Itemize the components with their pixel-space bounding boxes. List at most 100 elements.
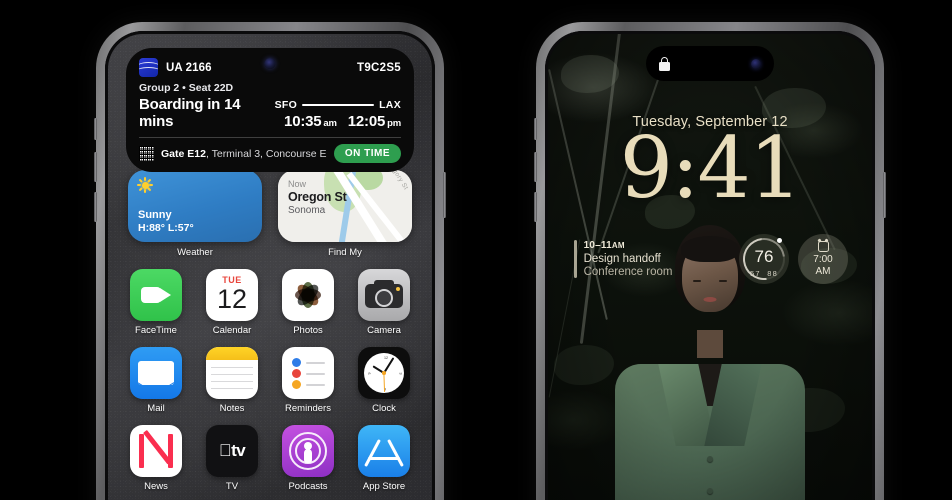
calendar-icon[interactable]: TUE 12 [206,269,258,321]
app-podcasts[interactable]: Podcasts [274,425,342,492]
gate-info: Gate E12, Terminal 3, Concourse E [161,147,327,160]
front-camera-icon [264,58,276,69]
action-button[interactable] [534,118,537,140]
flight-route: SFO LAX [275,99,401,111]
app-notes[interactable]: Notes [198,347,266,414]
camera-icon[interactable] [358,269,410,321]
live-activity-body: Group 2 • Seat 22D Boarding in 14 mins S… [139,82,401,130]
app-tv[interactable]: tv TV [198,425,266,492]
front-camera-icon [751,58,761,69]
iphone-home-device: UA 2166 T9C2S5 Group 2 • Seat 22D Boardi… [94,22,446,500]
volume-down-button[interactable] [534,192,537,222]
app-label: Camera [367,325,401,336]
app-label: Podcasts [288,481,328,492]
app-label: Notes [219,403,245,414]
weather-high-low: H:88° L:57° [138,222,194,234]
weather-circle-widget[interactable]: 76 57 88 [734,229,794,289]
confirmation-code: T9C2S5 [357,61,401,74]
boarding-status: Boarding in 14 mins [139,96,241,130]
findmy-city: Sonoma [288,205,326,216]
live-activity-footer: Gate E12, Terminal 3, Concourse E ON TIM… [139,144,401,163]
origin-airport: SFO [274,99,298,111]
app-news[interactable]: News [122,425,190,492]
calendar-day-number: 12 [216,284,248,314]
calendar-event-widget[interactable]: 10–11AM Design handoff Conference room [574,240,730,278]
route-line [302,103,375,107]
app-calendar[interactable]: TUE 12 Calendar [198,269,266,336]
photos-icon[interactable] [282,269,334,321]
arrive-time: 12:05 pm [347,113,401,130]
app-grid: FaceTime TUE 12 Calendar Photos Camera M… [122,269,418,500]
depart-time: 10:35 am [284,113,337,130]
lock-widget-row: 10–11AM Design handoff Conference room 7… [574,229,848,289]
findmy-widget-label: Find My [328,247,362,258]
clock-icon[interactable]: 12 3 6 9 [358,347,410,399]
app-label: Clock [372,403,396,414]
flight-number: UA 2166 [166,61,212,74]
event-location: Conference room [583,265,673,278]
findmy-street: Oregon St [288,190,347,204]
iphone-lock-bezel: Tuesday, September 12 9:41 10–11AM Desig… [545,31,875,500]
volume-up-button[interactable] [534,152,537,182]
iphone-home-bezel: UA 2166 T9C2S5 Group 2 • Seat 22D Boardi… [105,31,435,500]
weather-widget-column: Sunny H:88° L:57° Weather [128,170,262,258]
current-temperature: 76 [754,247,774,266]
alarm-time: 7:00 [813,254,833,265]
findmy-timestamp: Now [288,179,307,189]
reminders-icon[interactable] [282,347,334,399]
mail-icon[interactable] [130,347,182,399]
weather-condition: Sunny [138,209,172,221]
app-label: FaceTime [135,325,177,336]
facetime-icon[interactable] [130,269,182,321]
app-label: Calendar [212,325,252,336]
united-airlines-logo-icon [139,58,158,77]
qr-code-icon[interactable] [139,146,154,161]
news-icon[interactable] [130,425,182,477]
status-badge: ON TIME [333,144,401,163]
find-my-widget[interactable]: Gregory St Now Oregon St Sonoma [278,170,412,242]
app-clock[interactable]: 12 3 6 9 Clock [350,347,418,414]
apple-tv-icon[interactable]: tv [206,425,258,477]
action-button[interactable] [94,118,97,140]
app-label: Mail [147,403,165,414]
temperature-marker-dot [777,238,782,243]
dynamic-island[interactable] [646,46,774,81]
app-row-2: Mail Notes Reminders 12 3 6 9 Clock [122,347,418,414]
home-widget-row: Sunny H:88° L:57° Weather Gregory St Now… [128,170,412,258]
podcasts-icon[interactable] [282,425,334,477]
home-screen[interactable]: UA 2166 T9C2S5 Group 2 • Seat 22D Boardi… [108,34,432,500]
app-mail[interactable]: Mail [122,347,190,414]
app-photos[interactable]: Photos [274,269,342,336]
notes-icon[interactable] [206,347,258,399]
app-store-icon[interactable] [358,425,410,477]
app-label: News [144,481,168,492]
event-accent-bar [574,240,577,278]
app-row-1: FaceTime TUE 12 Calendar Photos Camera [122,269,418,336]
lock-closed-icon [659,56,670,71]
temperature-range: 57 88 [749,269,779,278]
app-appstore[interactable]: App Store [350,425,418,492]
lock-screen[interactable]: Tuesday, September 12 9:41 10–11AM Desig… [548,34,872,500]
app-facetime[interactable]: FaceTime [122,269,190,336]
power-button[interactable] [883,172,886,218]
power-button[interactable] [443,172,446,218]
event-title: Design handoff [583,252,661,265]
alarm-meridiem: AM [815,265,831,277]
iphone-lock-device: Tuesday, September 12 9:41 10–11AM Desig… [534,22,886,500]
apple-tv-glyph: tv [219,441,246,460]
app-camera[interactable]: Camera [350,269,418,336]
event-time-range: 10–11AM [583,240,625,252]
app-reminders[interactable]: Reminders [274,347,342,414]
flight-times: 10:35 am 12:05 pm [275,113,401,130]
volume-down-button[interactable] [94,192,97,222]
live-activity-divider [139,137,401,138]
weather-widget[interactable]: Sunny H:88° L:57° [128,170,262,242]
alarm-circle-widget[interactable]: 7:00 AM [798,234,848,284]
app-label: Reminders [285,403,331,414]
lock-time: 9:41 [619,119,803,217]
group-seat: Group 2 • Seat 22D [139,82,234,94]
app-row-3: News tv TV [122,425,418,492]
app-label: App Store [362,481,406,492]
findmy-widget-column: Gregory St Now Oregon St Sonoma Find My [278,170,412,258]
volume-up-button[interactable] [94,152,97,182]
